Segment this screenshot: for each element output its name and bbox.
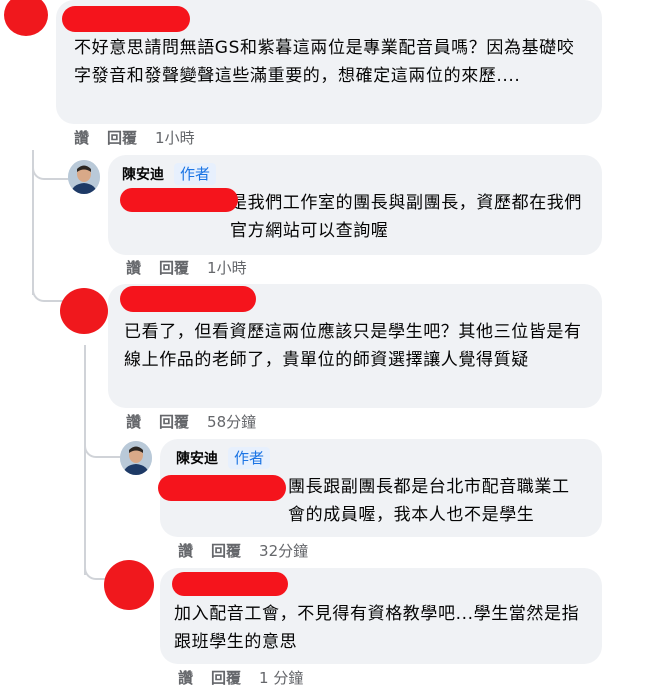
comment-actions: 讚 回覆 32分鐘 — [178, 540, 308, 561]
redacted-name — [120, 286, 256, 312]
comment-text: 加入配音工會，不見得有資格教學吧...學生當然是指跟班學生的意思 — [174, 604, 580, 652]
author-name[interactable]: 陳安迪 — [122, 164, 164, 184]
redacted-name — [62, 6, 190, 32]
reply-button[interactable]: 回覆 — [159, 411, 189, 432]
author-row: 陳安迪 作者 — [176, 447, 586, 469]
avatar[interactable] — [68, 160, 100, 194]
timestamp[interactable]: 1小時 — [207, 257, 247, 278]
comment-actions: 讚 回覆 1小時 — [74, 127, 195, 148]
comment-actions: 讚 回覆 1 分鐘 — [178, 667, 303, 688]
comment-5: 加入配音工會，不見得有資格教學吧...學生當然是指跟班學生的意思 讚 回覆 1 … — [0, 560, 648, 694]
comment-4: 陳安迪 作者 團長跟副團長都是台北市配音職業工會的成員喔，我本人也不是學生 讚 … — [0, 435, 648, 565]
comment-text: 不好意思請問無語GS和紫暮這兩位是專業配音員嗎？因為基礎咬字發音和發聲變聲這些滿… — [74, 38, 575, 86]
redacted-name — [158, 475, 286, 501]
reply-button[interactable]: 回覆 — [211, 667, 241, 688]
comment-actions: 讚 回覆 1小時 — [126, 257, 247, 278]
comment-2: 陳安迪 作者 是我們工作室的團長與副團長，資歷都在我們官方網站可以查詢喔 讚 回… — [0, 150, 648, 280]
reply-button[interactable]: 回覆 — [159, 257, 189, 278]
author-badge: 作者 — [174, 163, 217, 185]
comment-3: 已看了，但看資歷這兩位應該只是學生吧？其他三位皆是有線上作品的老師了，貴單位的師… — [0, 280, 648, 435]
avatar[interactable] — [120, 441, 152, 475]
timestamp[interactable]: 32分鐘 — [259, 540, 308, 561]
reply-button[interactable]: 回覆 — [107, 127, 137, 148]
like-button[interactable]: 讚 — [126, 257, 141, 278]
author-row: 陳安迪 作者 — [122, 163, 588, 185]
avatar[interactable] — [60, 288, 108, 334]
timestamp[interactable]: 1 分鐘 — [259, 667, 303, 688]
author-badge: 作者 — [228, 447, 271, 469]
comment-text: 已看了，但看資歷這兩位應該只是學生吧？其他三位皆是有線上作品的老師了，貴單位的師… — [124, 322, 582, 370]
timestamp[interactable]: 1小時 — [155, 127, 195, 148]
redacted-name — [172, 572, 288, 596]
author-name[interactable]: 陳安迪 — [176, 448, 218, 468]
reply-button[interactable]: 回覆 — [211, 540, 241, 561]
like-button[interactable]: 讚 — [178, 667, 193, 688]
avatar[interactable] — [104, 560, 154, 610]
like-button[interactable]: 讚 — [178, 540, 193, 561]
avatar[interactable] — [4, 0, 48, 36]
timestamp[interactable]: 58分鐘 — [207, 411, 256, 432]
comment-actions: 讚 回覆 58分鐘 — [126, 411, 256, 432]
like-button[interactable]: 讚 — [126, 411, 141, 432]
redacted-name — [120, 188, 238, 212]
like-button[interactable]: 讚 — [74, 127, 89, 148]
comment-1: 不好意思請問無語GS和紫暮這兩位是專業配音員嗎？因為基礎咬字發音和發聲變聲這些滿… — [0, 0, 648, 150]
